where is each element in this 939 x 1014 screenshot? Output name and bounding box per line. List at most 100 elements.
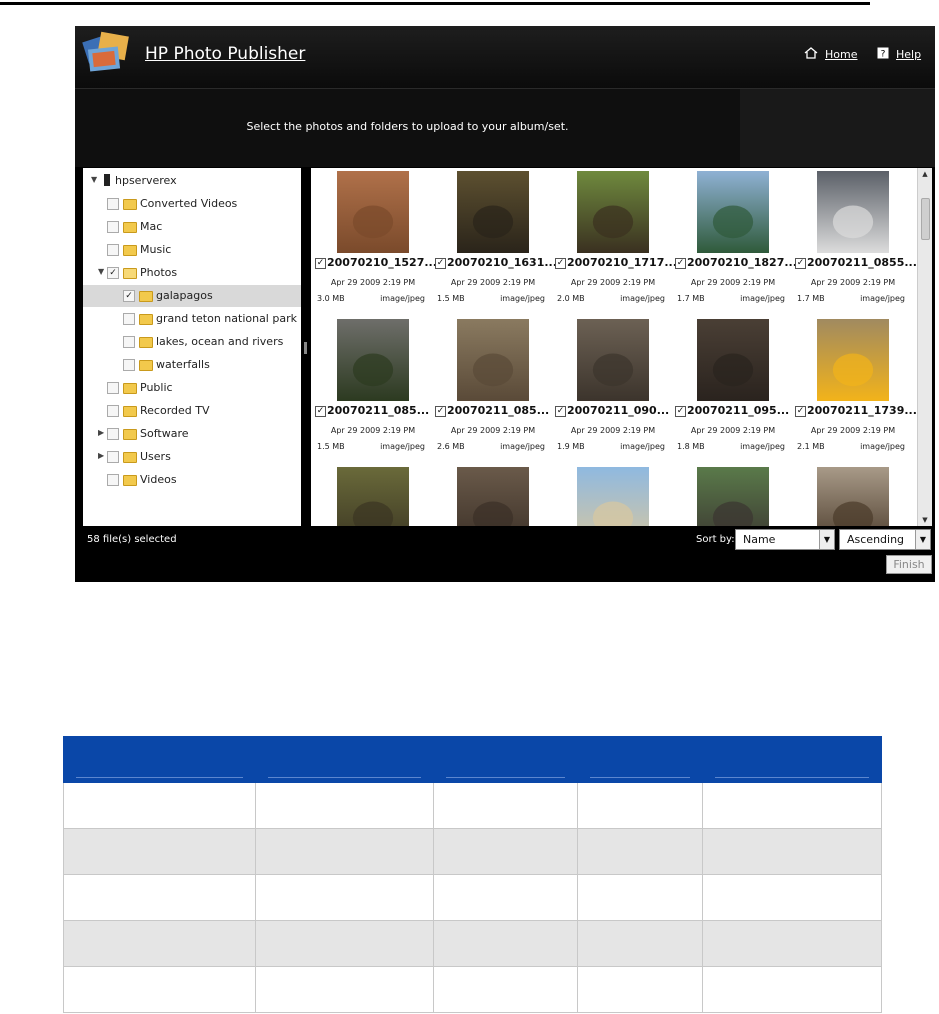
- tree-item[interactable]: Music: [83, 239, 301, 261]
- photo-thumbnail[interactable]: [817, 319, 889, 401]
- chevron-down-icon[interactable]: ▼: [915, 530, 930, 549]
- home-link[interactable]: Home: [825, 48, 857, 61]
- photo-filename: 20070210_1717...: [567, 256, 677, 269]
- collapse-arrow-icon[interactable]: ▶: [98, 428, 104, 437]
- grid-scrollbar[interactable]: ▲ ▼: [917, 168, 932, 526]
- photo-checkbox[interactable]: ✓: [555, 406, 566, 417]
- photo-tile[interactable]: [433, 464, 553, 526]
- photo-thumbnail[interactable]: [457, 319, 529, 401]
- tree-checkbox[interactable]: [107, 244, 119, 256]
- help-icon[interactable]: ?: [877, 47, 889, 59]
- photo-checkbox[interactable]: ✓: [435, 258, 446, 269]
- tree-checkbox[interactable]: [123, 359, 135, 371]
- scroll-up-icon[interactable]: ▲: [918, 168, 932, 180]
- tree-item[interactable]: Recorded TV: [83, 400, 301, 422]
- tree-checkbox[interactable]: [107, 474, 119, 486]
- photo-tile[interactable]: ✓ 20070211_095... Apr 29 2009 2:19 PM 1.8 M…: [673, 316, 793, 464]
- sort-field-select[interactable]: Name ▼: [735, 529, 835, 550]
- table-header-cell: [701, 736, 883, 783]
- table-row: [62, 920, 883, 967]
- photo-tile[interactable]: [553, 464, 673, 526]
- tree-item[interactable]: ▶ Software: [83, 423, 301, 445]
- tree-item[interactable]: ✓ galapagos: [83, 285, 301, 307]
- tree-checkbox[interactable]: [123, 313, 135, 325]
- tree-checkbox[interactable]: [107, 382, 119, 394]
- expand-arrow-icon[interactable]: ▼: [91, 175, 97, 184]
- tree-item[interactable]: Converted Videos: [83, 193, 301, 215]
- photo-tile[interactable]: ✓ 20070210_1527... Apr 29 2009 2:19 PM 3.0 …: [313, 168, 437, 316]
- photo-tile[interactable]: ✓ 20070210_1631... Apr 29 2009 2:19 PM 1.5 …: [433, 168, 557, 316]
- home-icon[interactable]: [804, 47, 818, 59]
- tree-item[interactable]: ▶ Users: [83, 446, 301, 468]
- tree-item[interactable]: grand teton national park: [83, 308, 301, 330]
- photo-tile[interactable]: ✓ 20070211_085... Apr 29 2009 2:19 PM 2.6 M…: [433, 316, 553, 464]
- folder-tree[interactable]: ▼ hpserverex Converted Videos Mac Music ▼ ✓ P…: [83, 168, 301, 526]
- photo-thumbnail[interactable]: [457, 171, 529, 253]
- photo-checkbox[interactable]: ✓: [555, 258, 566, 269]
- table-cell: [255, 966, 435, 1013]
- photo-checkbox[interactable]: ✓: [675, 406, 686, 417]
- tree-item[interactable]: waterfalls: [83, 354, 301, 376]
- photo-thumbnail[interactable]: [577, 171, 649, 253]
- tree-checkbox[interactable]: [107, 405, 119, 417]
- table-cell: [255, 920, 435, 967]
- photo-checkbox[interactable]: ✓: [315, 406, 326, 417]
- photo-thumbnail[interactable]: [697, 171, 769, 253]
- photo-tile[interactable]: ✓ 20070211_1739... Apr 29 2009 2:19 PM 2.1 …: [793, 316, 917, 464]
- tree-item[interactable]: Videos: [83, 469, 301, 491]
- photo-filename: 20070211_0855...: [807, 256, 917, 269]
- tree-checkbox[interactable]: ✓: [123, 290, 135, 302]
- photo-thumbnail[interactable]: [337, 467, 409, 526]
- data-table: [62, 736, 883, 1013]
- help-link[interactable]: Help: [896, 48, 921, 61]
- photo-tile[interactable]: ✓ 20070210_1827... Apr 29 2009 2:19 PM 1.7 …: [673, 168, 797, 316]
- tree-checkbox[interactable]: [107, 428, 119, 440]
- collapse-arrow-icon[interactable]: ▶: [98, 451, 104, 460]
- photo-thumbnail[interactable]: [577, 319, 649, 401]
- table-cell: [62, 966, 257, 1013]
- photo-tile[interactable]: [313, 464, 433, 526]
- finish-button[interactable]: Finish: [886, 555, 932, 574]
- photo-checkbox[interactable]: ✓: [675, 258, 686, 269]
- table-cell: [701, 966, 883, 1013]
- expand-arrow-icon[interactable]: ▼: [98, 267, 104, 276]
- table-cell: [701, 828, 883, 875]
- photo-checkbox[interactable]: ✓: [795, 258, 806, 269]
- photo-thumbnail[interactable]: [697, 467, 769, 526]
- tree-item[interactable]: lakes, ocean and rivers: [83, 331, 301, 353]
- table-cell: [701, 920, 883, 967]
- photo-grid[interactable]: ✓ 20070210_1527... Apr 29 2009 2:19 PM 3.0 …: [311, 168, 918, 526]
- table-cell: [577, 874, 703, 921]
- photo-checkbox[interactable]: ✓: [315, 258, 326, 269]
- photo-date: Apr 29 2009 2:19 PM: [330, 426, 416, 435]
- photo-thumbnail[interactable]: [457, 467, 529, 526]
- photo-tile[interactable]: ✓ 20070211_0855... Apr 29 2009 2:19 PM 1.7 …: [793, 168, 917, 316]
- scroll-down-icon[interactable]: ▼: [918, 514, 932, 526]
- scroll-thumb[interactable]: [921, 198, 930, 240]
- pane-splitter[interactable]: [304, 342, 307, 354]
- photo-tile[interactable]: [673, 464, 793, 526]
- photo-thumbnail[interactable]: [817, 171, 889, 253]
- photo-thumbnail[interactable]: [577, 467, 649, 526]
- tree-checkbox[interactable]: [107, 221, 119, 233]
- chevron-down-icon[interactable]: ▼: [819, 530, 834, 549]
- tree-root[interactable]: ▼ hpserverex: [83, 170, 301, 192]
- photo-thumbnail[interactable]: [337, 319, 409, 401]
- photo-tile[interactable]: ✓ 20070211_085... Apr 29 2009 2:19 PM 1.5 M…: [313, 316, 433, 464]
- photo-tile[interactable]: ✓ 20070211_090... Apr 29 2009 2:19 PM 1.9 M…: [553, 316, 673, 464]
- photo-thumbnail[interactable]: [337, 171, 409, 253]
- tree-item[interactable]: Mac: [83, 216, 301, 238]
- photo-thumbnail[interactable]: [817, 467, 889, 526]
- tree-item[interactable]: Public: [83, 377, 301, 399]
- tree-checkbox[interactable]: [123, 336, 135, 348]
- tree-checkbox[interactable]: [107, 198, 119, 210]
- photo-thumbnail[interactable]: [697, 319, 769, 401]
- tree-checkbox[interactable]: ✓: [107, 267, 119, 279]
- sort-order-select[interactable]: Ascending ▼: [839, 529, 931, 550]
- tree-item[interactable]: ▼ ✓ Photos: [83, 262, 301, 284]
- photo-checkbox[interactable]: ✓: [795, 406, 806, 417]
- tree-checkbox[interactable]: [107, 451, 119, 463]
- photo-tile[interactable]: ✓ 20070210_1717... Apr 29 2009 2:19 PM 2.0 …: [553, 168, 677, 316]
- photo-tile[interactable]: [793, 464, 913, 526]
- photo-checkbox[interactable]: ✓: [435, 406, 446, 417]
